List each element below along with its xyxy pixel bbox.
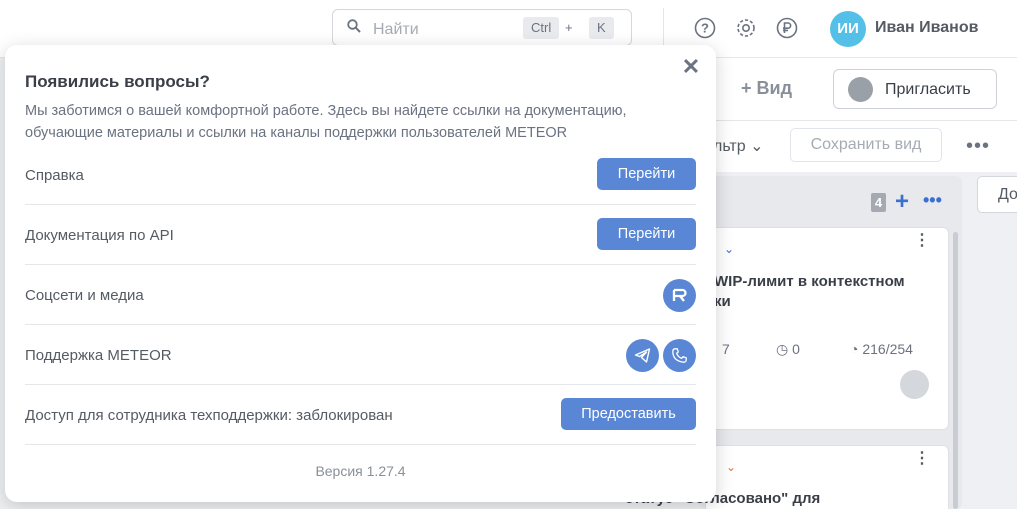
card-menu-icon[interactable]: ⋮ bbox=[914, 233, 930, 249]
chevron-down-icon[interactable]: ⌄ bbox=[726, 460, 736, 474]
popover-description: Мы заботимся о вашей комфортной работе. … bbox=[25, 103, 627, 141]
column-action-button[interactable]: До bbox=[977, 176, 1017, 213]
billing-ruble-icon[interactable] bbox=[776, 17, 798, 39]
column-scrollbar[interactable] bbox=[953, 232, 958, 509]
save-view-button[interactable]: Сохранить вид bbox=[790, 128, 942, 162]
help-row-label: Документация по API bbox=[25, 227, 174, 244]
phone-icon[interactable] bbox=[663, 339, 696, 372]
task-card[interactable]: ⌄ ⋮ WIP-лимит в контекстном ки 7 ◷ 0 ◔ 2… bbox=[705, 227, 949, 430]
card-meta-time-value: 0 bbox=[792, 341, 800, 357]
gauge-icon: ◔ bbox=[850, 341, 863, 357]
help-row-social: Соцсети и медиа bbox=[25, 265, 696, 325]
card-title: WIP-лимит в контекстном ки bbox=[714, 272, 924, 312]
column-card-count: 4 bbox=[871, 193, 886, 212]
telegram-icon[interactable] bbox=[626, 339, 659, 372]
clock-icon: ◷ bbox=[776, 341, 793, 357]
add-view-button[interactable]: + Вид bbox=[741, 78, 792, 99]
help-row-label: Справка bbox=[25, 167, 84, 184]
card-meta-time: ◷ 0 bbox=[776, 341, 800, 358]
shortcut-plus: + bbox=[565, 20, 573, 35]
chevron-down-icon[interactable]: ⌄ bbox=[724, 242, 734, 256]
popover-title: Появились вопросы? bbox=[25, 72, 210, 91]
assignee-avatar[interactable] bbox=[900, 370, 929, 399]
shortcut-ctrl-key: Ctrl bbox=[523, 17, 560, 39]
shortcut-k-key: K bbox=[589, 17, 614, 39]
user-name[interactable]: Иван Иванов bbox=[875, 19, 978, 37]
filter-dropdown[interactable]: льтр ⌄ bbox=[713, 136, 764, 156]
help-row-label: Соцсети и медиа bbox=[25, 287, 144, 304]
grant-access-button[interactable]: Предоставить bbox=[561, 398, 696, 430]
api-docs-go-button[interactable]: Перейти bbox=[597, 218, 696, 250]
search-input[interactable]: Найти Ctrl + K bbox=[332, 9, 632, 46]
header-divider bbox=[663, 8, 664, 50]
column-menu-button[interactable]: ••• bbox=[923, 190, 942, 211]
svg-text:?: ? bbox=[701, 21, 709, 36]
card-meta-progress-value: 216/254 bbox=[862, 341, 913, 357]
search-placeholder: Найти bbox=[373, 21, 419, 38]
rutube-icon[interactable] bbox=[663, 279, 696, 312]
reference-go-button[interactable]: Перейти bbox=[597, 158, 696, 190]
card-meta-progress: ◔ 216/254 bbox=[850, 341, 913, 357]
card-menu-icon[interactable]: ⋮ bbox=[914, 451, 930, 467]
app-version: Версия 1.27.4 bbox=[315, 463, 406, 479]
more-options-button[interactable]: ••• bbox=[966, 135, 990, 158]
help-row-reference: Справка Перейти bbox=[25, 145, 696, 205]
user-avatar[interactable]: ИИ bbox=[830, 11, 866, 47]
close-icon[interactable]: ✕ bbox=[680, 56, 702, 78]
help-row-support: Поддержка METEOR bbox=[25, 325, 696, 385]
help-popover: ✕ Появились вопросы? Мы заботимся о ваше… bbox=[5, 45, 716, 502]
invite-button[interactable]: Пригласить bbox=[833, 69, 997, 109]
help-row-support-access: Доступ для сотрудника техподдержки: забл… bbox=[25, 385, 696, 445]
card-meta-a: 7 bbox=[722, 341, 730, 357]
search-icon bbox=[347, 19, 361, 33]
help-row-label: Поддержка METEOR bbox=[25, 347, 172, 364]
card-title-line: WIP-лимит в контекстном ки bbox=[714, 273, 905, 310]
person-icon bbox=[848, 77, 873, 102]
help-row-label: Доступ для сотрудника техподдержки: забл… bbox=[25, 407, 393, 424]
help-row-api-docs: Документация по API Перейти bbox=[25, 205, 696, 265]
invite-label: Пригласить bbox=[885, 81, 971, 98]
add-card-button[interactable]: + bbox=[895, 188, 909, 216]
settings-icon[interactable] bbox=[735, 17, 757, 39]
help-icon[interactable]: ? bbox=[694, 17, 716, 39]
